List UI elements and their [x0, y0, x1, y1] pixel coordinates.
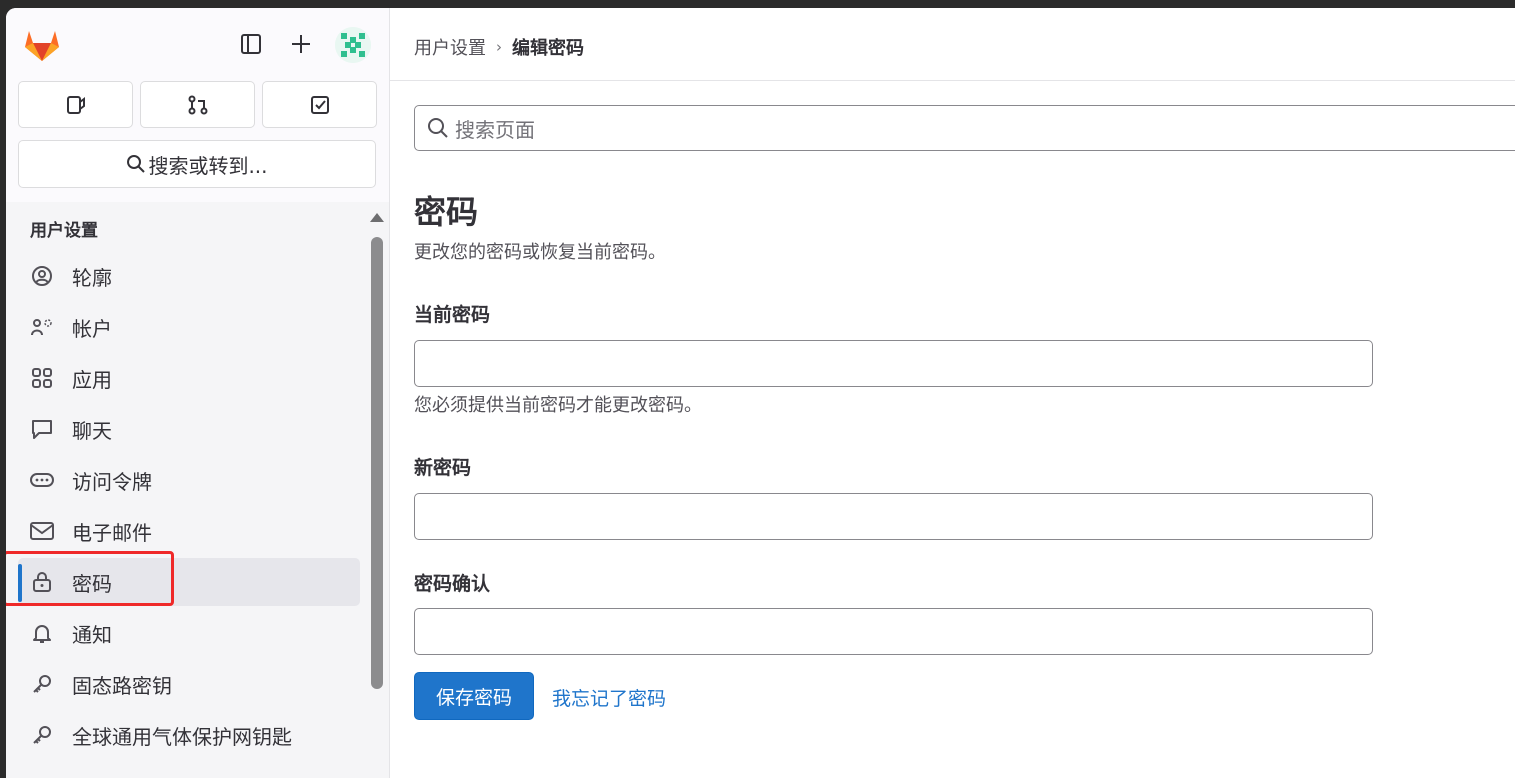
profile-icon: [30, 264, 54, 288]
sidebar-item-chat[interactable]: 聊天: [18, 405, 360, 453]
chat-icon: [30, 417, 54, 441]
key-icon: [30, 672, 54, 696]
confirm-password-label: 密码确认: [414, 573, 491, 595]
sidebar-item-label: 聊天: [72, 418, 112, 443]
sidebar-item-account[interactable]: 帐户: [18, 303, 360, 351]
app-window: 搜索或转到... 用户设置 轮廓 帐户 应用 聊天 访问令牌 电子邮件 密码 通…: [6, 8, 1515, 778]
sidebar-item-label: 通知: [72, 622, 112, 647]
sidebar-toggle-icon[interactable]: [239, 32, 263, 56]
new-password-label: 新密码: [414, 457, 472, 479]
search-icon: [428, 118, 448, 138]
todo-check-icon: [310, 95, 329, 114]
save-password-button[interactable]: 保存密码: [414, 672, 534, 720]
sidebar-nav: 用户设置 轮廓 帐户 应用 聊天 访问令牌 电子邮件 密码 通知 固态路密钥 全…: [6, 202, 389, 778]
sidebar-item-profile[interactable]: 轮廓: [18, 252, 360, 300]
breadcrumb-parent[interactable]: 用户设置: [414, 34, 486, 60]
sidebar: 搜索或转到... 用户设置 轮廓 帐户 应用 聊天 访问令牌 电子邮件 密码 通…: [6, 8, 390, 778]
user-avatar[interactable]: [335, 27, 371, 63]
gitlab-logo-icon[interactable]: [22, 25, 62, 63]
scroll-up-arrow-icon[interactable]: [370, 213, 384, 222]
key-icon: [30, 723, 54, 747]
search-icon: [127, 155, 146, 173]
main-content: 搜索页面 密码 更改您的密码或恢复当前密码。 当前密码 您必须提供当前密码才能更…: [390, 81, 1515, 778]
sidebar-item-ssh-keys[interactable]: 固态路密钥: [18, 660, 360, 708]
annotation-highlight-box: [6, 551, 174, 606]
sidebar-scrollbar[interactable]: [371, 237, 383, 689]
search-or-goto-button[interactable]: 搜索或转到...: [18, 140, 376, 188]
current-password-help: 您必须提供当前密码才能更改密码。: [414, 395, 702, 416]
sidebar-item-emails[interactable]: 电子邮件: [18, 507, 360, 555]
new-password-field[interactable]: [414, 493, 1373, 540]
applications-icon: [30, 366, 54, 390]
token-icon: [30, 468, 54, 492]
page-search-placeholder: 搜索页面: [455, 117, 535, 142]
sidebar-item-label: 应用: [72, 367, 112, 392]
chevron-right-icon: ›: [496, 38, 502, 56]
sidebar-item-notifications[interactable]: 通知: [18, 609, 360, 657]
forgot-password-link[interactable]: 我忘记了密码: [552, 684, 666, 711]
merge-request-icon: [188, 95, 207, 114]
merge-requests-button[interactable]: [140, 81, 255, 128]
sidebar-item-gpg-keys[interactable]: 全球通用气体保护网钥匙: [18, 711, 360, 759]
sidebar-item-label: 轮廓: [72, 265, 112, 290]
sidebar-item-access-tokens[interactable]: 访问令牌: [18, 456, 360, 504]
sidebar-item-label: 帐户: [72, 316, 112, 341]
page-search-input[interactable]: 搜索页面: [414, 105, 1515, 151]
mail-icon: [30, 519, 54, 543]
sidebar-item-label: 电子邮件: [72, 520, 152, 545]
breadcrumb-current: 编辑密码: [512, 38, 584, 59]
account-icon: [30, 315, 54, 339]
todos-button[interactable]: [262, 81, 377, 128]
sidebar-item-label: 固态路密钥: [72, 673, 172, 698]
search-or-goto-label: 搜索或转到...: [148, 153, 268, 178]
bell-icon: [30, 621, 54, 645]
current-password-label: 当前密码: [414, 304, 491, 326]
sidebar-item-label: 全球通用气体保护网钥匙: [72, 724, 292, 749]
plus-icon[interactable]: [289, 32, 313, 56]
sidebar-section-title: 用户设置: [30, 221, 98, 241]
breadcrumb: 用户设置 › 编辑密码: [414, 34, 584, 60]
sidebar-item-label: 访问令牌: [72, 469, 152, 494]
sidebar-item-applications[interactable]: 应用: [18, 354, 360, 402]
confirm-password-field[interactable]: [414, 608, 1373, 655]
issues-icon: [66, 95, 85, 114]
top-bar: 用户设置 › 编辑密码: [390, 8, 1515, 81]
issues-button[interactable]: [18, 81, 133, 128]
page-title: 密码: [414, 193, 479, 231]
current-password-field[interactable]: [414, 340, 1373, 387]
page-subtitle: 更改您的密码或恢复当前密码。: [414, 242, 666, 263]
